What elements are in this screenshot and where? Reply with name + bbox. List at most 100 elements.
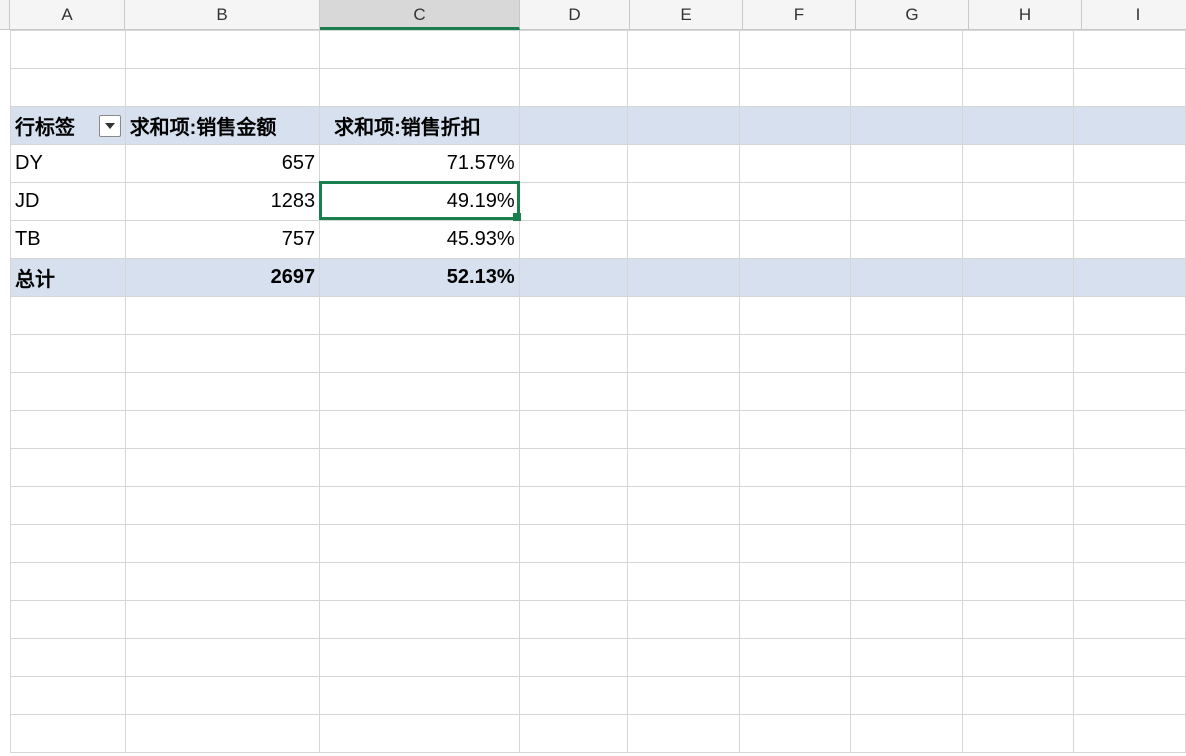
cell[interactable] bbox=[1074, 373, 1186, 411]
cell[interactable] bbox=[962, 183, 1074, 221]
cell[interactable] bbox=[1074, 677, 1186, 715]
cell[interactable] bbox=[11, 677, 126, 715]
cell[interactable] bbox=[519, 715, 628, 753]
cell[interactable] bbox=[125, 601, 319, 639]
cell[interactable] bbox=[962, 449, 1074, 487]
cell[interactable] bbox=[628, 259, 740, 297]
cell[interactable] bbox=[519, 601, 628, 639]
cell[interactable] bbox=[739, 487, 851, 525]
cell[interactable] bbox=[125, 449, 319, 487]
cell[interactable] bbox=[962, 639, 1074, 677]
cell[interactable] bbox=[739, 449, 851, 487]
cell[interactable] bbox=[851, 145, 963, 183]
fill-handle[interactable] bbox=[513, 213, 521, 221]
cell[interactable] bbox=[1074, 107, 1186, 145]
cell[interactable] bbox=[11, 715, 126, 753]
cell[interactable] bbox=[851, 563, 963, 601]
cell[interactable] bbox=[851, 297, 963, 335]
cell[interactable] bbox=[519, 563, 628, 601]
cell[interactable] bbox=[739, 31, 851, 69]
pivot-sum-amount-header[interactable]: 求和项:销售金额 bbox=[125, 107, 319, 145]
cell[interactable] bbox=[1074, 449, 1186, 487]
cell[interactable] bbox=[851, 335, 963, 373]
cell[interactable] bbox=[320, 715, 520, 753]
cell[interactable] bbox=[851, 107, 963, 145]
cell[interactable] bbox=[962, 601, 1074, 639]
cell-grid[interactable]: 行标签求和项:销售金额求和项:销售折扣DY65771.57%JD128349.1… bbox=[10, 30, 1186, 753]
cell[interactable] bbox=[11, 601, 126, 639]
cell[interactable] bbox=[125, 297, 319, 335]
cell[interactable] bbox=[11, 525, 126, 563]
cell[interactable] bbox=[739, 373, 851, 411]
cell[interactable] bbox=[739, 335, 851, 373]
cell[interactable] bbox=[628, 563, 740, 601]
cell[interactable] bbox=[1074, 335, 1186, 373]
cell[interactable] bbox=[11, 335, 126, 373]
cell[interactable] bbox=[1074, 183, 1186, 221]
cell[interactable] bbox=[11, 69, 126, 107]
cell[interactable] bbox=[519, 411, 628, 449]
cell[interactable] bbox=[628, 373, 740, 411]
cell[interactable] bbox=[519, 183, 628, 221]
cell[interactable] bbox=[739, 525, 851, 563]
cell[interactable] bbox=[519, 107, 628, 145]
cell[interactable] bbox=[125, 31, 319, 69]
cell[interactable] bbox=[519, 221, 628, 259]
pivot-row-amount[interactable]: 757 bbox=[125, 221, 319, 259]
cell[interactable] bbox=[1074, 525, 1186, 563]
cell[interactable] bbox=[851, 373, 963, 411]
cell[interactable] bbox=[1074, 69, 1186, 107]
cell[interactable] bbox=[962, 297, 1074, 335]
cell[interactable] bbox=[739, 411, 851, 449]
pivot-total-label[interactable]: 总计 bbox=[11, 259, 126, 297]
cell[interactable] bbox=[519, 449, 628, 487]
pivot-row-label[interactable]: DY bbox=[11, 145, 126, 183]
cell[interactable] bbox=[125, 563, 319, 601]
cell[interactable] bbox=[851, 715, 963, 753]
cell[interactable] bbox=[739, 107, 851, 145]
cell[interactable] bbox=[851, 601, 963, 639]
column-header-E[interactable]: E bbox=[630, 0, 743, 30]
cell[interactable] bbox=[962, 335, 1074, 373]
cell[interactable] bbox=[11, 373, 126, 411]
cell[interactable] bbox=[851, 31, 963, 69]
cell[interactable] bbox=[628, 297, 740, 335]
cell[interactable] bbox=[125, 69, 319, 107]
cell[interactable] bbox=[628, 525, 740, 563]
cell[interactable] bbox=[1074, 31, 1186, 69]
cell[interactable] bbox=[628, 69, 740, 107]
cell[interactable] bbox=[125, 715, 319, 753]
cell[interactable] bbox=[851, 411, 963, 449]
cell[interactable] bbox=[739, 69, 851, 107]
cell[interactable] bbox=[851, 221, 963, 259]
cell[interactable] bbox=[628, 449, 740, 487]
cell[interactable] bbox=[125, 677, 319, 715]
cell[interactable] bbox=[739, 259, 851, 297]
cell[interactable] bbox=[320, 411, 520, 449]
cell[interactable] bbox=[628, 639, 740, 677]
cell[interactable] bbox=[320, 69, 520, 107]
cell[interactable] bbox=[320, 525, 520, 563]
cell[interactable] bbox=[739, 183, 851, 221]
pivot-row-label-header[interactable]: 行标签 bbox=[11, 107, 126, 145]
cell[interactable] bbox=[628, 107, 740, 145]
cell[interactable] bbox=[628, 145, 740, 183]
cell[interactable] bbox=[11, 563, 126, 601]
cell[interactable] bbox=[739, 601, 851, 639]
cell[interactable] bbox=[519, 677, 628, 715]
cell[interactable] bbox=[1074, 563, 1186, 601]
pivot-total-discount[interactable]: 52.13% bbox=[320, 259, 520, 297]
cell[interactable] bbox=[962, 715, 1074, 753]
cell[interactable] bbox=[628, 31, 740, 69]
cell[interactable] bbox=[1074, 601, 1186, 639]
cell[interactable] bbox=[739, 145, 851, 183]
cell[interactable] bbox=[628, 411, 740, 449]
cell[interactable] bbox=[628, 715, 740, 753]
cell[interactable] bbox=[851, 183, 963, 221]
cell[interactable] bbox=[1074, 145, 1186, 183]
cell[interactable] bbox=[125, 411, 319, 449]
cell[interactable] bbox=[962, 145, 1074, 183]
cell[interactable] bbox=[962, 221, 1074, 259]
cell[interactable] bbox=[962, 677, 1074, 715]
cell[interactable] bbox=[125, 525, 319, 563]
